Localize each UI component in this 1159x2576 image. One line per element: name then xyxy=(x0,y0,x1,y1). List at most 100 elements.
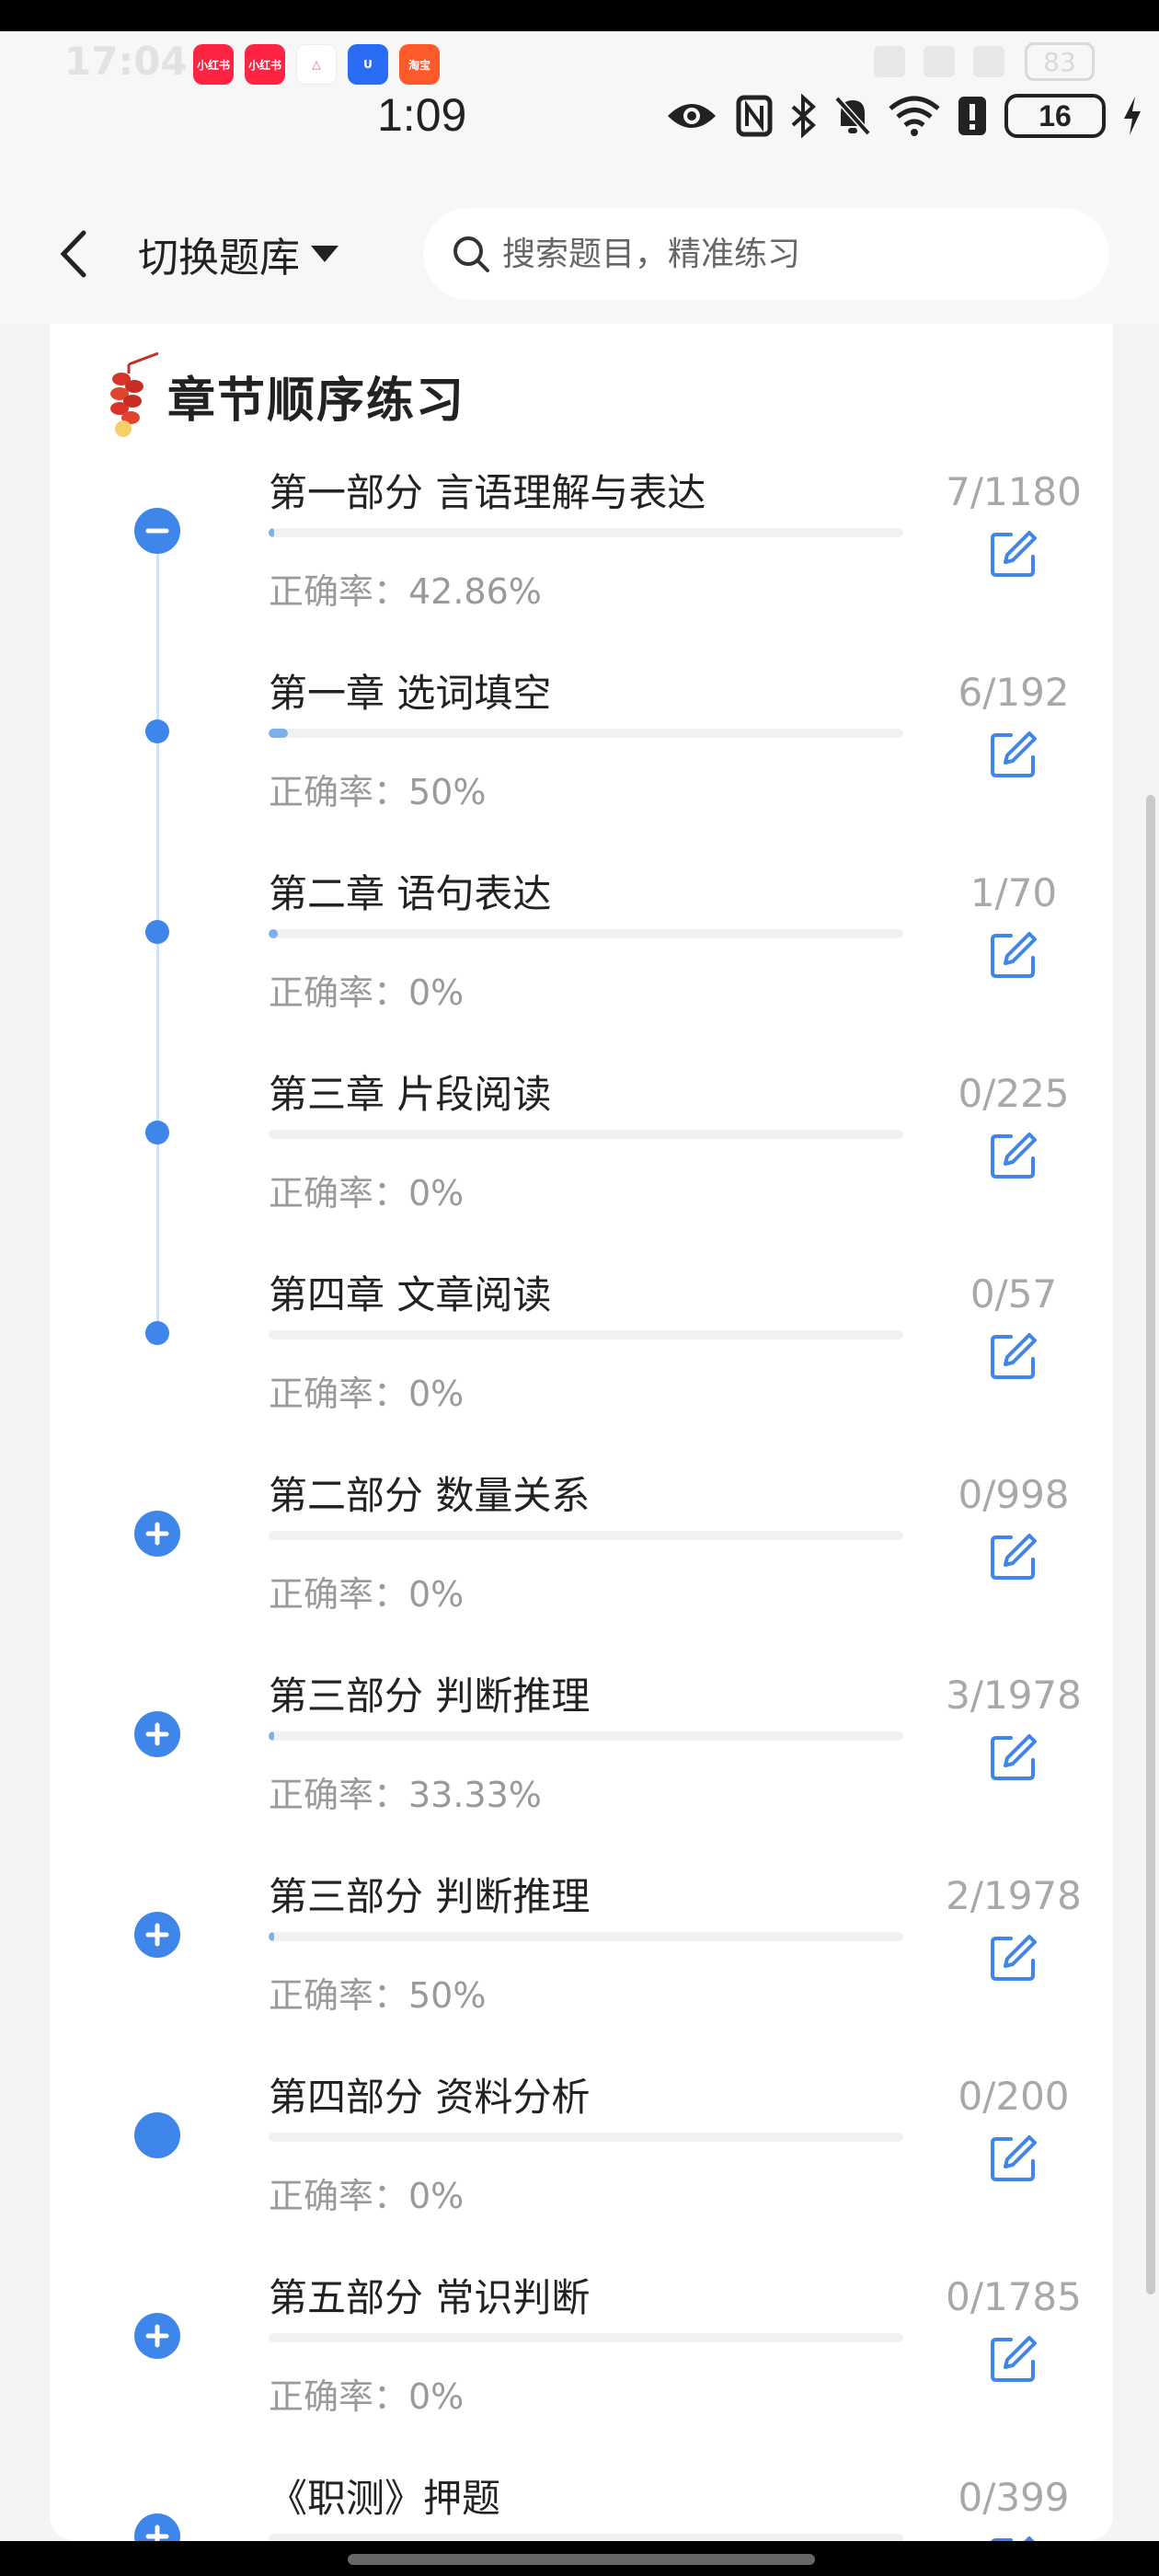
progress-bar-fill xyxy=(269,929,278,938)
practice-button[interactable] xyxy=(984,1928,1043,1987)
practice-button[interactable] xyxy=(984,1327,1043,1386)
accuracy-rate: 正确率：0% xyxy=(269,2376,465,2417)
chapter-item[interactable]: 第一章 选词填空正确率：50% 6/192 xyxy=(50,662,1113,863)
chapter-title[interactable]: 第三部分 判断推理 xyxy=(269,1866,590,1922)
accuracy-rate: 正确率：0% xyxy=(269,1374,465,1414)
question-count: 3/1978 xyxy=(946,1673,1082,1718)
question-count: 7/1180 xyxy=(946,469,1082,514)
battery-indicator: 16 xyxy=(1004,94,1106,138)
edit-icon xyxy=(991,531,1037,577)
ghost-status-time: 17:04 xyxy=(64,39,188,84)
accuracy-rate: 正确率：0% xyxy=(269,2176,465,2216)
firecracker-icon xyxy=(110,351,158,437)
practice-button[interactable] xyxy=(984,1527,1043,1586)
accuracy-rate: 正确率：50% xyxy=(269,772,487,812)
accuracy-rate: 正确率：50% xyxy=(269,1975,487,2016)
switch-question-bank-button[interactable]: 切换题库 xyxy=(138,221,340,287)
chapter-item[interactable]: 第五部分 常识判断正确率：0% 0/1785 xyxy=(50,2267,1113,2467)
edit-icon xyxy=(991,1333,1037,1379)
charging-icon xyxy=(1124,97,1141,135)
nfc-icon xyxy=(736,95,773,137)
collapse-icon[interactable] xyxy=(134,508,180,554)
accuracy-rate: 正确率：33.33% xyxy=(269,1775,542,1815)
scrollbar[interactable] xyxy=(1146,795,1155,2294)
question-count: 0/399 xyxy=(958,2475,1070,2520)
timeline-dot-icon xyxy=(145,719,169,743)
practice-button[interactable] xyxy=(984,524,1043,583)
chapter-item[interactable]: 第二部分 数量关系正确率：0% 0/998 xyxy=(50,1465,1113,1665)
eye-icon xyxy=(668,104,716,128)
mini-app-icon: 小红书 xyxy=(193,44,234,85)
progress-bar xyxy=(269,729,903,738)
chapter-title[interactable]: 第二部分 数量关系 xyxy=(269,1465,590,1521)
question-count: 0/998 xyxy=(958,1472,1070,1517)
question-count: 0/225 xyxy=(958,1071,1070,1116)
progress-bar xyxy=(269,1731,903,1741)
accuracy-rate: 正确率：0% xyxy=(269,1574,465,1615)
edit-icon xyxy=(991,1734,1037,1780)
accuracy-rate: 正确率：0% xyxy=(269,972,465,1013)
progress-bar xyxy=(269,1130,903,1139)
expand-icon[interactable] xyxy=(134,1711,180,1757)
mini-app-icon: △ xyxy=(296,44,337,85)
chapter-item[interactable]: 第四部分 资料分析正确率：0% 0/200 xyxy=(50,2066,1113,2267)
expand-icon[interactable] xyxy=(134,2313,180,2359)
mini-app-icon: 小红书 xyxy=(245,44,285,85)
ghost-battery-indicator: 83 xyxy=(1025,42,1095,81)
accuracy-rate: 正确率：42.86% xyxy=(269,571,542,612)
progress-bar xyxy=(269,2333,903,2342)
practice-button[interactable] xyxy=(984,725,1043,784)
chevron-left-icon xyxy=(60,230,86,278)
search-input[interactable] xyxy=(502,235,1054,273)
edit-icon xyxy=(991,932,1037,978)
chapter-item[interactable]: 第四章 文章阅读正确率：0% 0/57 xyxy=(50,1264,1113,1465)
practice-button[interactable] xyxy=(984,1728,1043,1787)
ghost-status-icons xyxy=(874,46,1004,77)
chapter-title[interactable]: 第三部分 判断推理 xyxy=(269,1665,590,1721)
question-count: 0/57 xyxy=(970,1271,1058,1317)
practice-button[interactable] xyxy=(984,2329,1043,2388)
alert-icon xyxy=(958,97,986,135)
home-indicator[interactable] xyxy=(348,2554,815,2565)
timeline-dot-icon xyxy=(145,1121,169,1144)
progress-bar-fill xyxy=(269,729,289,738)
question-count: 0/1785 xyxy=(946,2274,1082,2319)
chapter-title[interactable]: 第三章 片段阅读 xyxy=(269,1064,551,1120)
status-time: 1:09 xyxy=(377,89,467,141)
practice-button[interactable] xyxy=(984,926,1043,984)
top-black-strip xyxy=(0,0,1159,31)
chapter-item[interactable]: 第三部分 判断推理正确率：33.33% 3/1978 xyxy=(50,1665,1113,1866)
top-header: 切换题库 xyxy=(0,184,1159,324)
question-count: 6/192 xyxy=(958,670,1070,715)
practice-button[interactable] xyxy=(984,2129,1043,2188)
chapter-item[interactable]: 第一部分 言语理解与表达正确率：42.86% 7/1180 xyxy=(50,462,1113,662)
expand-icon[interactable] xyxy=(134,1511,180,1557)
chapter-title[interactable]: 第二章 语句表达 xyxy=(269,863,551,919)
chapter-item[interactable]: 第三部分 判断推理正确率：50% 2/1978 xyxy=(50,1866,1113,2066)
chapter-title[interactable]: 第四章 文章阅读 xyxy=(269,1264,551,1320)
back-button[interactable] xyxy=(46,221,101,287)
question-count: 2/1978 xyxy=(946,1873,1082,1918)
mini-app-icon: 淘宝 xyxy=(399,44,440,85)
chapter-title[interactable]: 第五部分 常识判断 xyxy=(269,2267,590,2323)
progress-bar-fill xyxy=(269,1932,274,1941)
edit-icon xyxy=(991,1935,1037,1981)
practice-button[interactable] xyxy=(984,1126,1043,1185)
edit-icon xyxy=(991,731,1037,777)
expand-icon[interactable] xyxy=(134,1912,180,1958)
chapter-title[interactable]: 第四部分 资料分析 xyxy=(269,2066,590,2122)
switch-question-bank-label: 切换题库 xyxy=(138,235,300,282)
timeline-dot-icon xyxy=(145,1321,169,1345)
section-title: 章节顺序练习 xyxy=(167,373,466,429)
progress-bar xyxy=(269,1330,903,1340)
search-bar[interactable] xyxy=(423,208,1109,300)
progress-bar xyxy=(269,528,903,537)
chapter-item[interactable]: 第二章 语句表达 正确率：0% 1/70 xyxy=(50,863,1113,1064)
question-count: 0/200 xyxy=(958,2074,1070,2119)
bluetooth-icon xyxy=(791,94,816,138)
chapter-title[interactable]: 《职测》押题 xyxy=(269,2467,500,2524)
caret-down-icon xyxy=(311,246,339,262)
chapter-item[interactable]: 第三章 片段阅读 正确率：0% 0/225 xyxy=(50,1064,1113,1264)
chapter-title[interactable]: 第一章 选词填空 xyxy=(269,662,551,719)
chapter-title[interactable]: 第一部分 言语理解与表达 xyxy=(269,462,706,518)
